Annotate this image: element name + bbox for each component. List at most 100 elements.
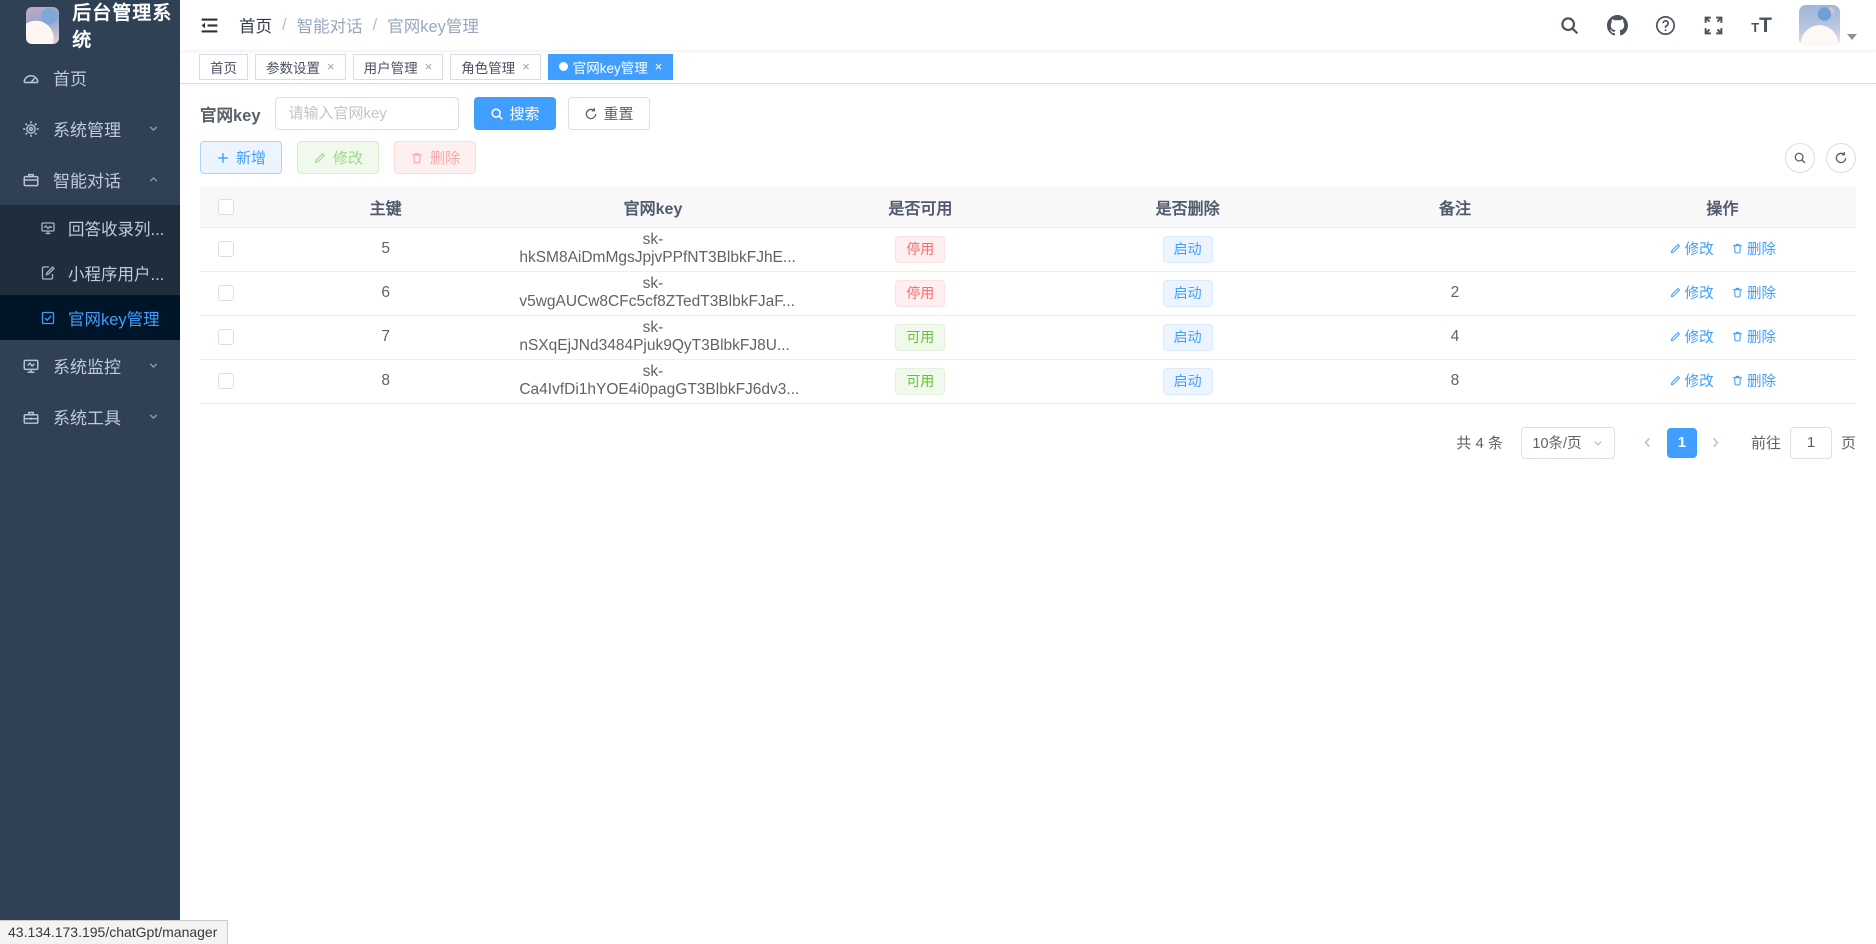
tab-role-management[interactable]: 角色管理 × (450, 54, 541, 80)
chevron-down-icon (147, 359, 160, 372)
sidebar-item-label: 回答收录列... (68, 216, 164, 240)
reset-button[interactable]: 重置 (568, 97, 650, 130)
breadcrumb: 首页 / 智能对话 / 官网key管理 (239, 13, 479, 37)
cell-key: sk-Ca4IvfDi1hYOE4i0pagGT3BlbkFJ6dv3... (519, 359, 786, 403)
close-icon[interactable]: × (655, 59, 663, 74)
table-row[interactable]: 6 sk-v5wgAUCw8CFc5cf8ZTedT3BlbkFJaF... 停… (200, 271, 1856, 315)
sidebar-item-system-management[interactable]: 系统管理 (0, 103, 180, 154)
delete-button[interactable]: 删除 (394, 141, 476, 174)
row-checkbox[interactable] (218, 329, 234, 345)
table-row[interactable]: 8 sk-Ca4IvfDi1hYOE4i0pagGT3BlbkFJ6dv3...… (200, 359, 1856, 403)
prev-page-button[interactable] (1633, 427, 1663, 459)
trash-icon (1731, 242, 1744, 255)
tab-home[interactable]: 首页 (199, 54, 248, 80)
tab-param-settings[interactable]: 参数设置 × (255, 54, 346, 80)
edit-doc-icon (40, 265, 56, 281)
font-size-icon[interactable]: TT (1751, 15, 1772, 36)
row-edit-link[interactable]: 修改 (1669, 370, 1714, 391)
row-delete-link[interactable]: 删除 (1731, 282, 1776, 303)
row-delete-link[interactable]: 删除 (1731, 370, 1776, 391)
github-icon[interactable] (1607, 15, 1628, 36)
sidebar-menu: 首页 系统管理 智能对话 回答 (0, 52, 180, 442)
page-size-select[interactable]: 10条/页 (1521, 427, 1615, 459)
row-edit-link[interactable]: 修改 (1669, 238, 1714, 259)
chevron-down-icon (1592, 437, 1604, 449)
status-badge: 启动 (1163, 236, 1213, 263)
table-toolbar: 新增 修改 删除 (200, 141, 1856, 174)
plus-icon (216, 151, 230, 165)
sidebar-fold-icon[interactable] (199, 15, 220, 36)
sidebar: 后台管理系统 首页 系统管理 智能对话 (0, 0, 180, 944)
refresh-button[interactable] (1826, 143, 1856, 173)
row-edit-label: 修改 (1685, 238, 1714, 259)
row-checkbox[interactable] (218, 373, 234, 389)
cell-remark: 4 (1321, 315, 1588, 359)
add-button[interactable]: 新增 (200, 141, 282, 174)
checkbox-check-icon (40, 310, 56, 326)
fullscreen-icon[interactable] (1703, 15, 1724, 36)
user-menu[interactable] (1799, 5, 1857, 46)
avatar[interactable] (1799, 5, 1840, 46)
row-delete-label: 删除 (1747, 238, 1776, 259)
row-delete-link[interactable]: 删除 (1731, 326, 1776, 347)
column-header-key: 官网key (519, 187, 786, 227)
row-delete-label: 删除 (1747, 282, 1776, 303)
status-badge: 启动 (1163, 368, 1213, 395)
sidebar-item-label: 系统监控 (53, 353, 121, 378)
sidebar-item-smart-chat[interactable]: 智能对话 (0, 154, 180, 205)
row-delete-link[interactable]: 删除 (1731, 238, 1776, 259)
cell-remark: 2 (1321, 271, 1588, 315)
row-edit-link[interactable]: 修改 (1669, 282, 1714, 303)
search-field-label: 官网key (200, 102, 261, 126)
next-page-button[interactable] (1701, 427, 1731, 459)
sidebar-item-label: 首页 (53, 65, 87, 90)
sidebar-item-miniapp-users[interactable]: 小程序用户... (0, 250, 180, 295)
row-checkbox[interactable] (218, 241, 234, 257)
toggle-search-button[interactable] (1785, 143, 1815, 173)
close-icon[interactable]: × (425, 59, 433, 74)
status-badge: 启动 (1163, 280, 1213, 307)
app-logo[interactable]: 后台管理系统 (0, 0, 180, 50)
help-icon[interactable] (1655, 15, 1676, 36)
cell-id: 5 (252, 227, 519, 271)
select-all-checkbox[interactable] (218, 199, 234, 215)
table-row[interactable]: 5 sk-hkSM8AiDmMgsJpjvPPfNT3BlbkFJhE... 停… (200, 227, 1856, 271)
sidebar-item-label: 智能对话 (53, 167, 121, 192)
status-badge: 可用 (895, 368, 945, 395)
row-edit-label: 修改 (1685, 370, 1714, 391)
close-icon[interactable]: × (327, 59, 335, 74)
tab-user-management[interactable]: 用户管理 × (353, 54, 444, 80)
row-edit-link[interactable]: 修改 (1669, 326, 1714, 347)
cell-remark: 8 (1321, 359, 1588, 403)
search-icon (1793, 151, 1807, 165)
search-button[interactable]: 搜索 (474, 97, 556, 130)
breadcrumb-home[interactable]: 首页 (239, 13, 272, 37)
sidebar-item-home[interactable]: 首页 (0, 52, 180, 103)
breadcrumb-current: 官网key管理 (387, 13, 479, 37)
close-icon[interactable]: × (522, 59, 530, 74)
search-input[interactable] (275, 97, 459, 130)
edit-button[interactable]: 修改 (297, 141, 379, 174)
tab-site-key-management[interactable]: 官网key管理 × (548, 54, 674, 80)
chevron-down-icon (147, 410, 160, 423)
sidebar-item-label: 系统工具 (53, 404, 121, 429)
goto-page-input[interactable] (1790, 427, 1832, 459)
tags-view: 首页 参数设置 × 用户管理 × 角色管理 × 官网key管理 × (180, 50, 1876, 84)
logo-avatar (26, 7, 59, 44)
row-checkbox[interactable] (218, 285, 234, 301)
cell-id: 6 (252, 271, 519, 315)
tab-label: 角色管理 (461, 57, 515, 77)
sidebar-item-site-key-management[interactable]: 官网key管理 (0, 295, 180, 340)
chevron-right-icon (1708, 435, 1723, 450)
page-number-button[interactable]: 1 (1667, 428, 1697, 458)
sidebar-item-system-tools[interactable]: 系统工具 (0, 391, 180, 442)
status-badge: 启动 (1163, 324, 1213, 351)
table-row[interactable]: 7 sk-nSXqEjJNd3484Pjuk9QyT3BlbkFJ8U... 可… (200, 315, 1856, 359)
sidebar-submenu-smart-chat: 回答收录列... 小程序用户... 官网key管理 (0, 205, 180, 340)
goto-label: 前往 (1751, 432, 1781, 453)
search-form: 官网key 搜索 重置 (200, 97, 1856, 130)
page-size-value: 10条/页 (1532, 432, 1581, 453)
sidebar-item-system-monitor[interactable]: 系统监控 (0, 340, 180, 391)
search-icon[interactable] (1559, 15, 1580, 36)
sidebar-item-answer-list[interactable]: 回答收录列... (0, 205, 180, 250)
